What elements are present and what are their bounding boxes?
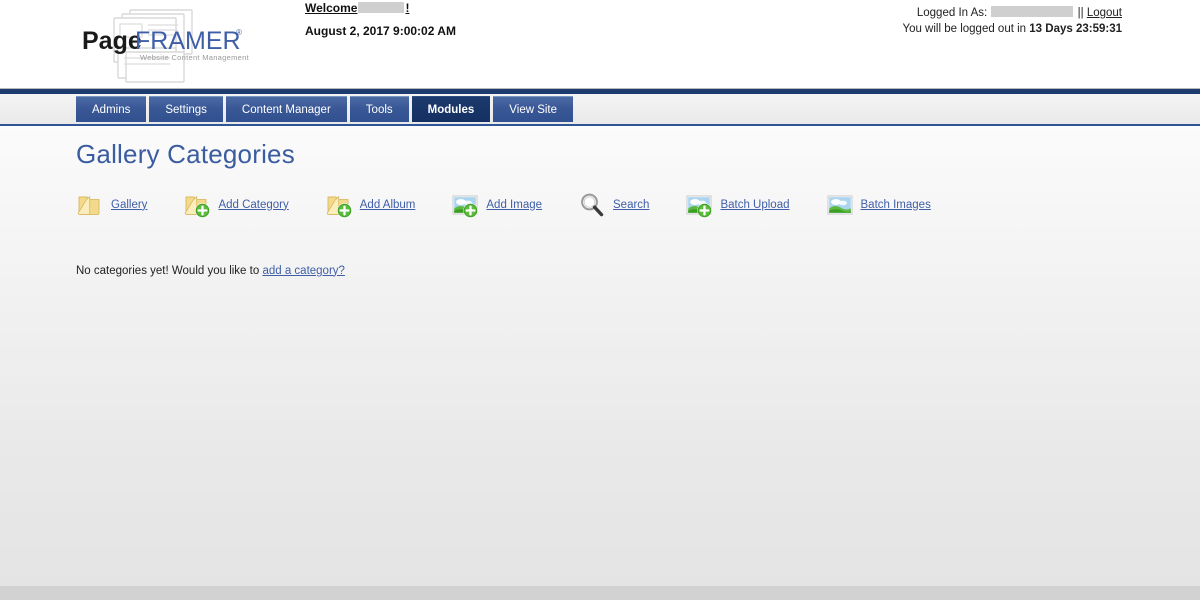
toolbar-item-add-album[interactable]: Add Album bbox=[325, 191, 416, 219]
main-content: Gallery Categories Gallery Add Category Ad… bbox=[0, 126, 1200, 586]
toolbar-item-label: Gallery bbox=[111, 198, 148, 211]
toolbar-item-add-image[interactable]: Add Image bbox=[451, 191, 542, 219]
gallery-toolbar: Gallery Add Category Add Album Add Image Sea… bbox=[76, 191, 1200, 219]
page-header: Page FRAMER ® Website Content Management… bbox=[0, 0, 1200, 88]
nav-tab-label: Content Manager bbox=[241, 103, 331, 116]
toolbar-item-batch-images[interactable]: Batch Images bbox=[826, 191, 931, 219]
nav-tab-list: Admins Settings Content Manager Tools Module… bbox=[76, 96, 574, 122]
welcome-block: Welcome! August 2, 2017 9:00:02 AM bbox=[305, 1, 456, 39]
session-timer-line: You will be logged out in 13 Days 23:59:… bbox=[902, 22, 1122, 38]
svg-text:Page: Page bbox=[82, 27, 142, 55]
nav-tab-label: Tools bbox=[365, 103, 393, 116]
toolbar-item-search[interactable]: Search bbox=[578, 191, 649, 219]
folder-add-icon bbox=[185, 195, 211, 218]
logged-in-as-line: Logged In As: || Logout bbox=[902, 6, 1122, 22]
image-add-icon bbox=[452, 195, 479, 218]
toolbar-item-gallery[interactable]: Gallery bbox=[76, 191, 147, 219]
toolbar-item-add-category[interactable]: Add Category bbox=[183, 191, 289, 219]
toolbar-item-label: Search bbox=[613, 198, 650, 211]
image-icon bbox=[827, 195, 852, 215]
separator: || bbox=[1077, 7, 1084, 19]
nav-tab-label: Modules bbox=[427, 103, 475, 116]
nav-tab-view-site[interactable]: View Site bbox=[493, 96, 574, 122]
nav-tab-label: View Site bbox=[509, 103, 558, 116]
toolbar-item-label: Add Image bbox=[486, 198, 543, 211]
folder-add-icon bbox=[326, 195, 352, 218]
redacted-account-name bbox=[991, 6, 1074, 17]
current-datetime: August 2, 2017 9:00:02 AM bbox=[305, 24, 456, 39]
nav-tab-content-manager[interactable]: Content Manager bbox=[225, 96, 347, 122]
redacted-username bbox=[358, 2, 405, 13]
svg-text:®: ® bbox=[236, 28, 242, 37]
pageframer-logo: Page FRAMER ® Website Content Management bbox=[78, 4, 268, 84]
nav-tab-tools[interactable]: Tools bbox=[349, 96, 409, 122]
session-timer-prefix: You will be logged out in bbox=[902, 22, 1027, 35]
toolbar-item-batch-upload[interactable]: Batch Upload bbox=[685, 191, 790, 219]
folder-icon bbox=[77, 195, 100, 215]
add-a-category-link[interactable]: add a category? bbox=[262, 265, 344, 277]
login-status-block: Logged In As: || Logout You will be logg… bbox=[902, 6, 1122, 37]
empty-state-text: No categories yet! Would you like to bbox=[76, 264, 260, 277]
logout-link[interactable]: Logout bbox=[1087, 7, 1122, 19]
main-navigation: Admins Settings Content Manager Tools Module… bbox=[0, 94, 1200, 126]
toolbar-item-label: Add Album bbox=[359, 198, 416, 211]
toolbar-item-label: Add Category bbox=[218, 198, 289, 211]
empty-state-message: No categories yet! Would you like to add… bbox=[76, 265, 1200, 277]
toolbar-item-label: Batch Images bbox=[860, 198, 931, 211]
welcome-label: Welcome bbox=[305, 1, 358, 15]
nav-tab-admins[interactable]: Admins bbox=[76, 96, 147, 122]
page-title: Gallery Categories bbox=[76, 139, 295, 169]
nav-tab-label: Admins bbox=[92, 103, 131, 116]
image-add-icon bbox=[686, 195, 713, 218]
session-timer-value: 13 Days 23:59:31 bbox=[1029, 22, 1122, 35]
logged-in-as-label: Logged In As: bbox=[916, 7, 988, 19]
svg-text:Website Content Management: Website Content Management bbox=[140, 53, 250, 62]
toolbar-item-label: Batch Upload bbox=[720, 198, 790, 211]
nav-tab-settings[interactable]: Settings bbox=[149, 96, 223, 122]
nav-tab-modules[interactable]: Modules bbox=[411, 96, 491, 122]
search-icon bbox=[581, 193, 604, 216]
welcome-suffix: ! bbox=[405, 1, 410, 15]
welcome-line: Welcome! bbox=[305, 1, 456, 15]
svg-text:FRAMER: FRAMER bbox=[135, 27, 241, 55]
nav-tab-label: Settings bbox=[165, 103, 207, 116]
